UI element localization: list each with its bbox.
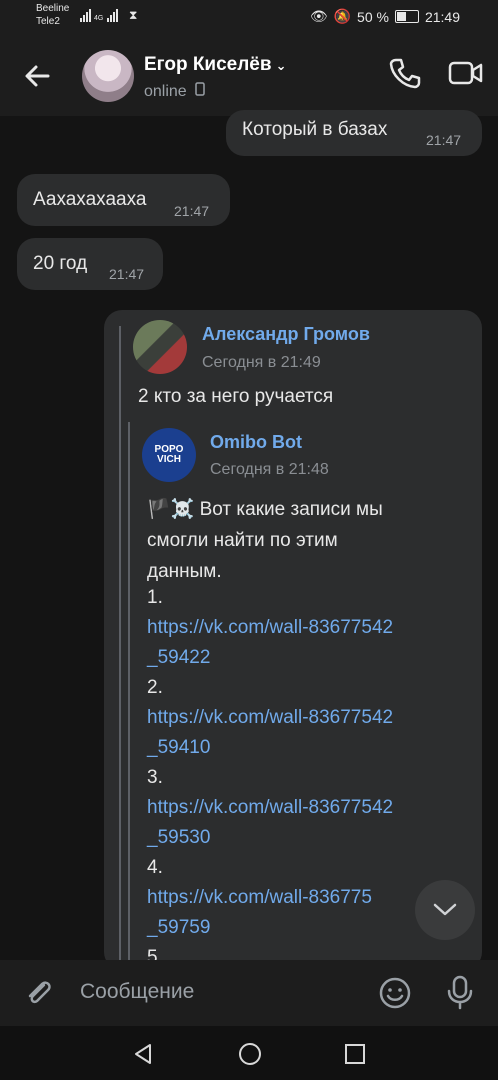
clock: 21:49 xyxy=(424,8,460,25)
carrier-1: Beeline xyxy=(36,3,70,14)
forward-author[interactable]: Александр Громов xyxy=(202,324,370,345)
forward-text: 2 кто за него ручается xyxy=(138,386,334,407)
message-time: 21:47 xyxy=(426,132,462,148)
pirate-flag-icon: 🏴☠️ xyxy=(147,499,195,520)
signal-icon: 4G xyxy=(80,8,119,22)
list-item-number: 4. xyxy=(147,857,163,878)
avatar[interactable] xyxy=(82,50,134,102)
chat-header: Егор Киселёв ⌄ online xyxy=(0,36,498,116)
eye-icon: 👁 xyxy=(309,8,328,24)
voice-message-button[interactable] xyxy=(446,974,474,1015)
links-list: 1. https://vk.com/wall-83677542 _59422 2… xyxy=(147,583,393,970)
wall-link[interactable]: https://vk.com/wall-836775 xyxy=(147,883,393,913)
quote-line xyxy=(119,326,121,970)
status-right: 👁 🔕 50 % 21:49 xyxy=(310,8,460,25)
status-bar: Beeline Tele2 4G ⧗ 👁 🔕 50 % 21:49 xyxy=(0,0,498,36)
wall-link[interactable]: https://vk.com/wall-83677542 xyxy=(147,793,393,823)
battery-percent: 50 % xyxy=(357,8,389,25)
mute-bell-icon: 🔕 xyxy=(333,8,352,24)
hourglass-icon: ⧗ xyxy=(129,8,138,22)
chat-status: online xyxy=(144,82,205,101)
wall-link[interactable]: https://vk.com/wall-83677542 xyxy=(147,703,393,733)
arrow-left-icon xyxy=(25,65,50,87)
attach-button[interactable] xyxy=(22,976,56,1015)
message-composer: Сообщение xyxy=(0,960,498,1026)
nested-quote-line xyxy=(128,422,130,970)
nav-recents-button[interactable] xyxy=(344,1043,366,1070)
list-item-number: 3. xyxy=(147,767,163,788)
nested-line-2: смогли найти по этим xyxy=(147,530,338,551)
phone-icon xyxy=(389,58,421,89)
message-bubble-incoming[interactable]: Аахахахааха 21:47 xyxy=(17,174,230,226)
message-input[interactable]: Сообщение xyxy=(80,980,194,1004)
nested-author[interactable]: Omibo Bot xyxy=(210,432,302,453)
avatar[interactable] xyxy=(133,320,187,374)
triangle-back-icon xyxy=(135,1044,151,1064)
message-text: Который в базах xyxy=(242,119,388,140)
call-button[interactable] xyxy=(388,56,422,95)
carrier-2: Tele2 xyxy=(36,16,60,27)
nested-time: Сегодня в 21:48 xyxy=(210,461,329,478)
scroll-down-button[interactable] xyxy=(415,880,475,940)
message-text: 20 год xyxy=(33,253,88,274)
nested-line-1: Вот какие записи мы xyxy=(199,499,383,520)
message-time: 21:47 xyxy=(174,203,210,219)
smile-icon xyxy=(379,977,411,1009)
mobile-icon xyxy=(195,82,205,96)
chat-title-text: Егор Киселёв xyxy=(144,54,272,75)
wall-link[interactable]: https://vk.com/wall-83677542 xyxy=(147,613,393,643)
online-status: online xyxy=(144,83,187,100)
wall-link-suffix[interactable]: _59530 xyxy=(147,823,393,853)
back-button[interactable] xyxy=(20,58,56,94)
wall-link-suffix[interactable]: _59410 xyxy=(147,733,393,763)
carrier-labels: Beeline Tele2 xyxy=(36,2,69,28)
video-camera-icon xyxy=(448,61,483,85)
bot-avatar[interactable]: POPOVICH xyxy=(142,428,196,482)
square-recents-icon xyxy=(345,1044,365,1064)
forwarded-message-bubble[interactable]: Александр Громов Сегодня в 21:49 2 кто з… xyxy=(104,310,482,970)
wall-link-suffix[interactable]: _59422 xyxy=(147,643,393,673)
message-bubble-incoming[interactable]: 20 год 21:47 xyxy=(17,238,163,290)
list-item-number: 1. xyxy=(147,587,163,608)
message-text: Аахахахааха xyxy=(33,189,147,210)
list-item-number: 2. xyxy=(147,677,163,698)
message-time: 21:47 xyxy=(109,266,145,282)
chat-title[interactable]: Егор Киселёв ⌄ xyxy=(144,54,286,76)
chevron-down-icon xyxy=(433,903,457,916)
system-nav-bar xyxy=(0,1026,498,1080)
circle-home-icon xyxy=(239,1043,261,1065)
chevron-down-icon: ⌄ xyxy=(275,58,287,73)
message-bubble-outgoing[interactable]: Который в базах 21:47 xyxy=(226,110,482,156)
bot-avatar-text: POPOVICH xyxy=(154,444,184,465)
nav-back-button[interactable] xyxy=(131,1042,155,1071)
forward-time: Сегодня в 21:49 xyxy=(202,354,321,371)
nested-text: 🏴☠️ Вот какие записи мы смогли найти по … xyxy=(147,494,383,587)
wall-link-suffix[interactable]: _59759 xyxy=(147,913,393,943)
emoji-button[interactable] xyxy=(378,976,412,1015)
battery-icon xyxy=(394,10,419,23)
nav-home-button[interactable] xyxy=(238,1042,262,1071)
paperclip-icon xyxy=(28,981,51,1004)
video-call-button[interactable] xyxy=(448,58,484,93)
microphone-icon xyxy=(447,975,473,1010)
